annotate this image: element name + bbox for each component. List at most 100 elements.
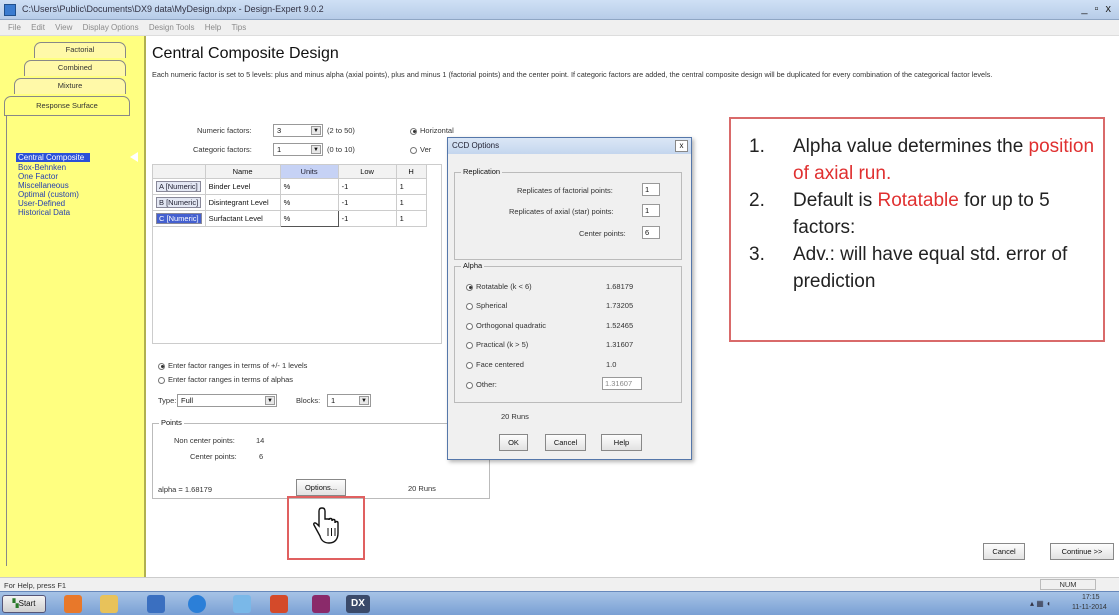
nav-miscellaneous[interactable]: Miscellaneous bbox=[18, 181, 69, 190]
menu-edit[interactable]: Edit bbox=[31, 23, 45, 32]
center-points-label: Center points: bbox=[190, 452, 237, 461]
range-option-levels[interactable]: Enter factor ranges in terms of +/- 1 le… bbox=[158, 361, 307, 370]
factor-name-cell[interactable]: Binder Level bbox=[204, 178, 281, 195]
alpha-option-label: Face centered bbox=[476, 360, 524, 369]
menu-view[interactable]: View bbox=[55, 23, 72, 32]
factor-high-cell[interactable]: 1 bbox=[395, 210, 427, 227]
dialog-help-button[interactable]: Help bbox=[601, 434, 642, 451]
factor-low-cell[interactable]: -1 bbox=[337, 210, 397, 227]
menu-help[interactable]: Help bbox=[205, 23, 221, 32]
center-points-field[interactable]: 6 bbox=[642, 226, 660, 239]
factor-a-button[interactable]: A [Numeric] bbox=[156, 181, 201, 192]
annotation-list: 1. Alpha value determines the position o… bbox=[747, 133, 1097, 295]
menu-design-tools[interactable]: Design Tools bbox=[149, 23, 195, 32]
start-button[interactable]: ▚Start bbox=[2, 595, 46, 613]
blocks-value: 1 bbox=[331, 396, 336, 405]
factor-units-cell[interactable]: % bbox=[279, 194, 339, 211]
cancel-button[interactable]: Cancel bbox=[983, 543, 1025, 560]
internet-explorer-icon[interactable] bbox=[188, 595, 206, 613]
type-select[interactable]: Full ▼ bbox=[177, 394, 277, 407]
alpha-option-spherical[interactable]: Spherical bbox=[466, 301, 507, 310]
factor-c-button[interactable]: C [Numeric] bbox=[156, 213, 202, 224]
nav-one-factor[interactable]: One Factor bbox=[18, 172, 58, 181]
alpha-option-rotatable[interactable]: Rotatable (k < 6) bbox=[466, 282, 532, 291]
nav-user-defined[interactable]: User-Defined bbox=[18, 199, 65, 208]
blocks-label: Blocks: bbox=[296, 396, 321, 405]
rep-factorial-field[interactable]: 1 bbox=[642, 183, 660, 196]
numeric-factors-label: Numeric factors: bbox=[197, 126, 252, 135]
tab-combined[interactable]: Combined bbox=[24, 60, 126, 76]
menu-tips[interactable]: Tips bbox=[231, 23, 246, 32]
annotation-item: 3. Adv.: will have equal std. error of p… bbox=[747, 241, 1097, 295]
windows-explorer-icon[interactable] bbox=[147, 595, 165, 613]
factor-name-cell[interactable]: Disintegrant Level bbox=[204, 194, 281, 211]
continue-button[interactable]: Continue >> bbox=[1050, 543, 1114, 560]
annotation-item: 1. Alpha value determines the position o… bbox=[747, 133, 1097, 187]
nav-central-composite[interactable]: Central Composite bbox=[16, 153, 91, 162]
powerpoint-icon[interactable] bbox=[270, 595, 288, 613]
table-row: B [Numeric] Disintegrant Level % -1 1 bbox=[152, 194, 427, 211]
numeric-factors-select[interactable]: 3 ▼ bbox=[273, 124, 323, 137]
rep-factorial-label: Replicates of factorial points: bbox=[517, 186, 613, 195]
annotation-text: Adv.: will have equal std. error of pred… bbox=[793, 244, 1068, 292]
folder-icon[interactable] bbox=[100, 595, 118, 613]
nav-optimal-custom[interactable]: Optimal (custom) bbox=[18, 190, 79, 199]
alpha-option-orthogonal[interactable]: Orthogonal quadratic bbox=[466, 321, 546, 330]
ok-button[interactable]: OK bbox=[499, 434, 528, 451]
tab-response-surface[interactable]: Response Surface bbox=[4, 96, 130, 116]
alpha-option-label: Practical (k > 5) bbox=[476, 340, 529, 349]
orientation-vertical-radio[interactable]: Ver bbox=[410, 145, 431, 154]
orientation-horizontal-radio[interactable]: Horizontal bbox=[410, 126, 454, 135]
factor-high-cell[interactable]: 1 bbox=[395, 178, 427, 195]
alpha-option-other[interactable]: Other: bbox=[466, 380, 497, 389]
alpha-other-field[interactable]: 1.31607 bbox=[602, 377, 642, 390]
menu-display-options[interactable]: Display Options bbox=[83, 23, 139, 32]
outlook-icon[interactable] bbox=[64, 595, 82, 613]
alpha-option-label: Other: bbox=[476, 380, 497, 389]
factor-table: Name Units Low H A [Numeric] Binder Leve… bbox=[152, 164, 427, 227]
factor-low-cell[interactable]: -1 bbox=[337, 194, 397, 211]
app-icon bbox=[4, 4, 16, 16]
blocks-select[interactable]: 1 ▼ bbox=[327, 394, 371, 407]
factor-low-cell[interactable]: -1 bbox=[337, 178, 397, 195]
factor-name-cell[interactable]: Surfactant Level bbox=[204, 210, 281, 227]
alpha-option-face-centered[interactable]: Face centered bbox=[466, 360, 524, 369]
alpha-option-practical[interactable]: Practical (k > 5) bbox=[466, 340, 528, 349]
annotation-item: 2. Default is Rotatable for up to 5 fact… bbox=[747, 187, 1097, 241]
annotation-box: 1. Alpha value determines the position o… bbox=[729, 117, 1105, 342]
tab-factorial[interactable]: Factorial bbox=[34, 42, 126, 58]
rep-axial-field[interactable]: 1 bbox=[642, 204, 660, 217]
categoric-factors-value: 1 bbox=[277, 145, 282, 154]
table-row: A [Numeric] Binder Level % -1 1 bbox=[152, 178, 427, 195]
tray-icons[interactable]: ▴ ▦ ◖ bbox=[1030, 599, 1051, 608]
options-button[interactable]: Options... bbox=[296, 479, 346, 496]
non-center-label: Non center points: bbox=[174, 436, 235, 445]
factor-units-cell[interactable]: % bbox=[279, 178, 339, 195]
app-icon[interactable] bbox=[312, 595, 330, 613]
radio-icon bbox=[158, 376, 165, 384]
col-header-units[interactable]: Units bbox=[279, 164, 339, 179]
close-icon[interactable]: x bbox=[675, 140, 688, 152]
design-expert-icon[interactable]: DX bbox=[346, 595, 370, 613]
alpha-option-label: Spherical bbox=[476, 301, 508, 310]
alpha-option-value: 1.31607 bbox=[606, 340, 634, 349]
type-value: Full bbox=[181, 396, 194, 405]
range-option-alphas[interactable]: Enter factor ranges in terms of alphas bbox=[158, 375, 293, 384]
image-viewer-icon[interactable] bbox=[233, 595, 251, 613]
radio-icon bbox=[466, 283, 473, 291]
factor-b-button[interactable]: B [Numeric] bbox=[156, 197, 202, 208]
factor-units-cell[interactable]: % bbox=[279, 210, 339, 227]
nav-historical-data[interactable]: Historical Data bbox=[18, 208, 70, 217]
menu-file[interactable]: File bbox=[8, 23, 21, 32]
dialog-cancel-button[interactable]: Cancel bbox=[545, 434, 586, 451]
window-controls[interactable]: _ ▫ x bbox=[1081, 3, 1113, 15]
nav-box-behnken[interactable]: Box-Behnken bbox=[18, 163, 66, 172]
tab-mixture[interactable]: Mixture bbox=[14, 78, 126, 94]
dialog-runs-text: 20 Runs bbox=[501, 412, 529, 421]
categoric-factors-select[interactable]: 1 ▼ bbox=[273, 143, 323, 156]
center-points-label: Center points: bbox=[579, 229, 626, 238]
factor-high-cell[interactable]: 1 bbox=[395, 194, 427, 211]
cursor-highlight-box bbox=[287, 496, 365, 560]
status-help-text: For Help, press F1 bbox=[4, 581, 67, 590]
annotation-number: 1. bbox=[749, 136, 765, 157]
